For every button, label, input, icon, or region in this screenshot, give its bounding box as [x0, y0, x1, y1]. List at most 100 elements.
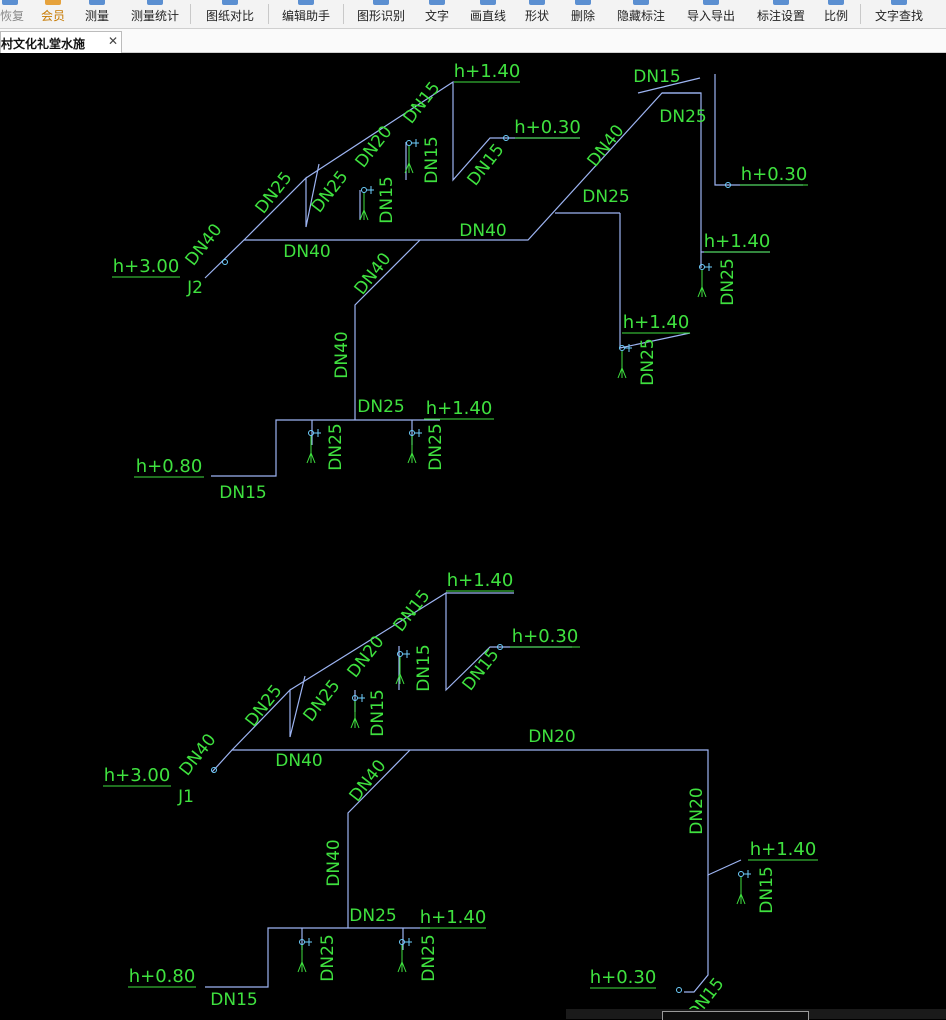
cad-drawing: J2 h+3.00 h+1.40 h+0.30 h+0.30 h+1.40 h+1.40 h+…	[103, 61, 818, 1019]
toolbar-button-1[interactable]: 会员	[36, 0, 70, 28]
close-icon[interactable]: ✕	[108, 34, 118, 48]
pipe-size-label: DN20	[352, 122, 397, 172]
status-bar	[566, 1009, 946, 1020]
compare-icon	[222, 0, 238, 5]
toolbar-button-2[interactable]: 测量	[80, 0, 114, 28]
pipe-size-label: DN15	[414, 644, 434, 691]
toolbar-button-label: 会员	[40, 9, 65, 23]
pipe-size-label: DN25	[308, 167, 353, 217]
pipe-size-label: DN40	[459, 221, 506, 241]
edit-assistant-icon	[298, 0, 314, 5]
pipe-size-label: DN25	[582, 187, 629, 207]
drawing-canvas[interactable]: J2 h+3.00 h+1.40 h+0.30 h+0.30 h+1.40 h+1.40 h+…	[0, 53, 946, 1019]
measure-stats-icon	[147, 0, 163, 5]
pipe-size-label: DN25	[659, 107, 706, 127]
document-tab-bar: 村文化礼堂水施 ✕	[0, 29, 946, 53]
valve-symbol	[397, 651, 403, 657]
elevation-label: h+3.00	[104, 765, 171, 786]
pipe-size-label: DN15	[422, 136, 442, 183]
line-icon	[480, 0, 496, 5]
toolbar-button-label: 形状	[524, 9, 549, 23]
toolbar-button-label: 文字查找	[874, 9, 923, 23]
pipe-size-label: DN40	[346, 756, 391, 806]
import-export-icon	[703, 0, 719, 5]
toolbar-separator	[268, 4, 269, 24]
pipe-size-label: DN40	[283, 242, 330, 262]
toolbar-button-10[interactable]: 删除	[566, 0, 600, 28]
pipe-size-label: DN40	[324, 839, 344, 886]
riser-label: J2	[186, 278, 203, 298]
document-tab[interactable]: 村文化礼堂水施 ✕	[0, 31, 122, 53]
pipe-size-label: DN25	[357, 397, 404, 417]
toolbar-button-label: 测量	[84, 9, 109, 23]
pipe-size-label: DN40	[182, 220, 227, 270]
pipe-size-label: DN25	[638, 338, 658, 385]
toolbar-button-label: 编辑助手	[281, 9, 330, 23]
pipe-size-label: DN25	[242, 681, 287, 731]
delete-icon	[575, 0, 591, 5]
elevation-label: h+1.40	[447, 570, 514, 591]
measure-icon	[89, 0, 105, 5]
valve-symbol	[399, 939, 405, 945]
elevation-label: h+0.30	[512, 626, 579, 647]
elevation-label: h+1.40	[420, 907, 487, 928]
toolbar-button-label: 图形识别	[356, 9, 405, 23]
pipe-size-label: DN15	[219, 483, 266, 503]
elevation-label: h+1.40	[704, 231, 771, 252]
toolbar-button-3[interactable]: 测量统计	[126, 0, 184, 28]
elevation-label: h+0.80	[129, 966, 196, 987]
pipe-size-label: DN15	[459, 645, 504, 695]
pipe-size-label: DN25	[300, 676, 345, 726]
elevation-label: h+0.30	[741, 164, 808, 185]
pipe-size-label: DN25	[419, 934, 439, 981]
toolbar-button-9[interactable]: 形状	[520, 0, 554, 28]
toolbar-button-12[interactable]: 导入导出	[680, 0, 742, 28]
pipe-size-label: DN15	[377, 176, 397, 223]
toolbar-button-4[interactable]: 图纸对比	[200, 0, 260, 28]
pipe-size-label: DN25	[349, 906, 396, 926]
pipe-j1-riser	[684, 875, 709, 993]
toolbar-button-15[interactable]: 文字查找	[868, 0, 930, 28]
elevation-label: h+0.30	[514, 117, 581, 138]
pipe-size-label: DN15	[757, 866, 777, 913]
elevation-label: h+1.40	[454, 61, 521, 82]
toolbar-separator	[860, 4, 861, 24]
riser-label: J1	[177, 787, 194, 807]
toolbar-button-0[interactable]: 恢复	[0, 0, 24, 28]
toolbar-button-5[interactable]: 编辑助手	[275, 0, 337, 28]
valve-symbol	[361, 187, 367, 193]
shape-icon	[529, 0, 545, 5]
valve-symbol	[738, 871, 744, 877]
pipe-size-label: DN25	[426, 423, 446, 470]
pipe-size-label: DN15	[210, 990, 257, 1010]
elevation-label: h+1.40	[750, 839, 817, 860]
fixtures	[211, 135, 751, 993]
text-search-icon	[891, 0, 907, 5]
toolbar-button-8[interactable]: 画直线	[464, 0, 512, 28]
elevation-label: h+0.80	[136, 456, 203, 477]
toolbar-button-label: 隐藏标注	[616, 9, 665, 23]
toolbar: 恢复 会员 测量 测量统计 图纸对比 编辑助手 图形识别 文字 画直线 形状 删除 隐藏标注 导入导出 标…	[0, 0, 946, 29]
pipe-size-label: DN15	[400, 78, 445, 128]
annotations: J2 h+3.00 h+1.40 h+0.30 h+0.30 h+1.40 h+1.40 h+…	[103, 61, 818, 1019]
shape-recognition-icon	[373, 0, 389, 5]
valve-symbol	[676, 987, 682, 993]
elevation-label: h+1.40	[623, 312, 690, 333]
pipe-size-label: DN20	[344, 632, 389, 682]
pipe-size-label: DN15	[390, 586, 435, 636]
valve-symbol	[406, 140, 412, 146]
toolbar-button-label: 比例	[823, 9, 848, 23]
pipe-size-label: DN40	[275, 751, 322, 771]
toolbar-button-14[interactable]: 比例	[820, 0, 852, 28]
restore-icon	[2, 0, 18, 5]
toolbar-button-6[interactable]: 图形识别	[350, 0, 412, 28]
valve-symbol	[222, 259, 228, 265]
toolbar-button-label: 图纸对比	[205, 9, 254, 23]
pipe-size-label: DN20	[528, 727, 575, 747]
toolbar-button-13[interactable]: 标注设置	[750, 0, 812, 28]
toolbar-button-11[interactable]: 隐藏标注	[612, 0, 670, 28]
valve-symbol	[699, 264, 705, 270]
text-icon	[429, 0, 445, 5]
pipe-size-label: DN15	[464, 140, 509, 190]
toolbar-button-7[interactable]: 文字	[420, 0, 454, 28]
